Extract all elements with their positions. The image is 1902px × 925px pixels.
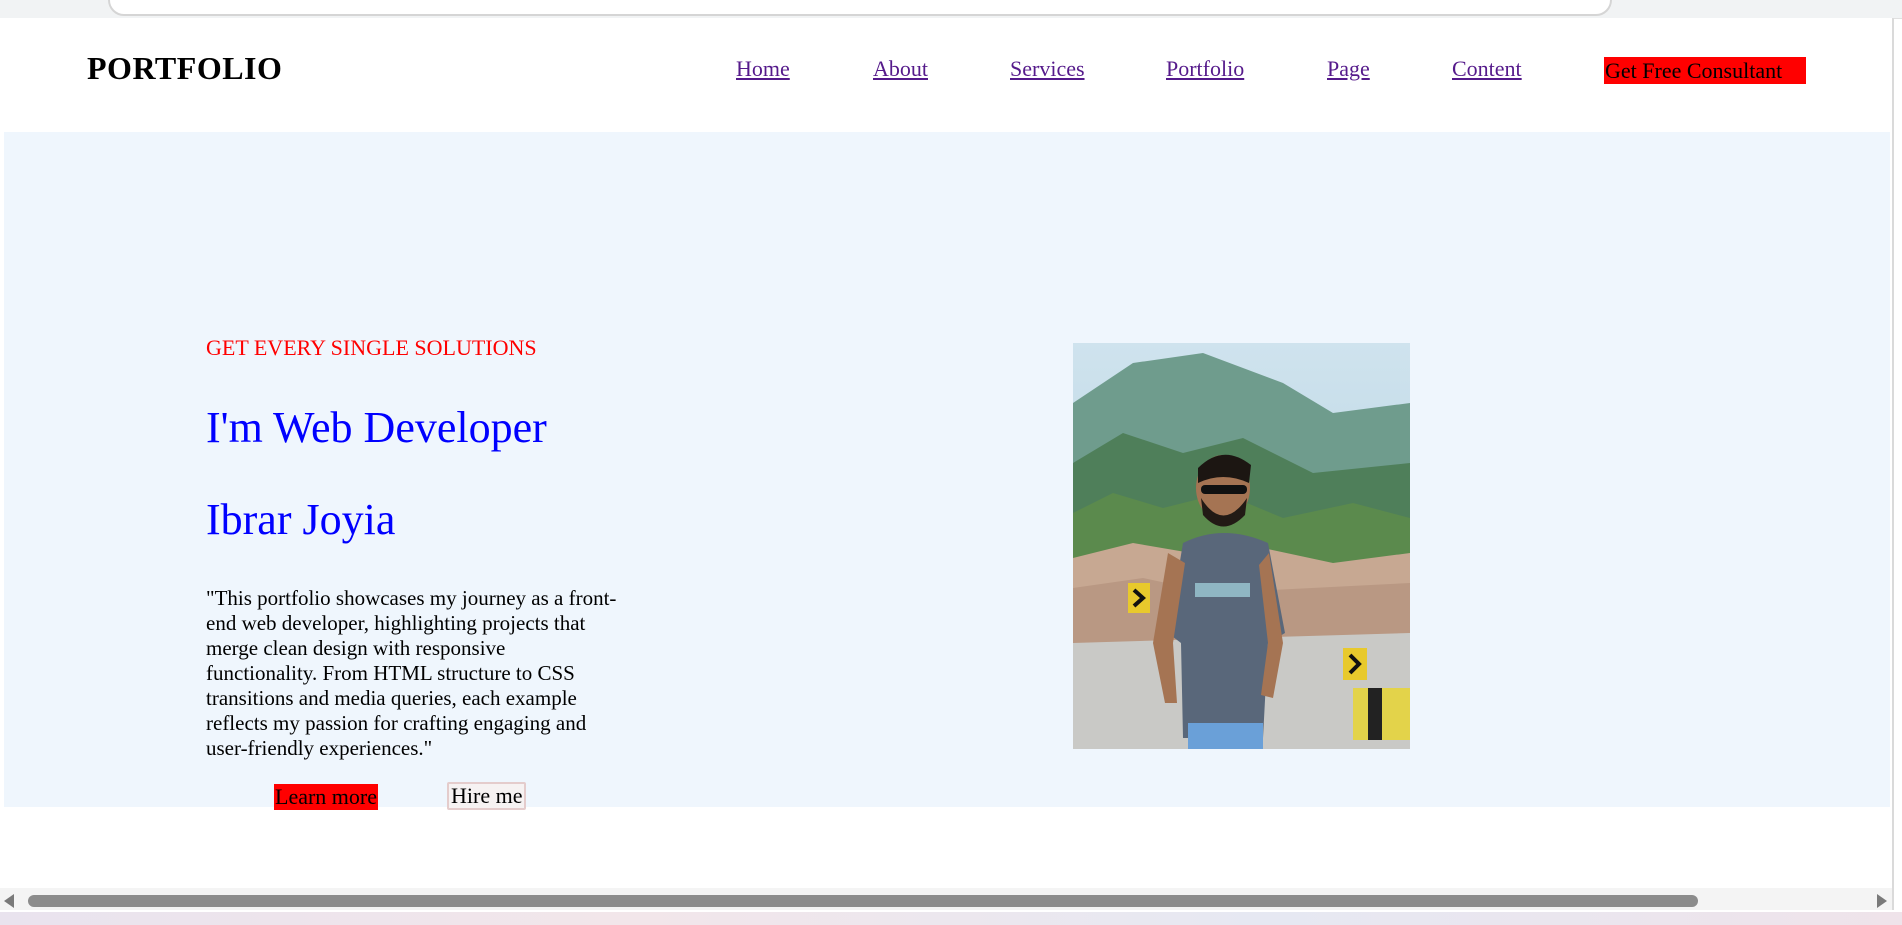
hero-tagline: GET EVERY SINGLE SOLUTIONS — [206, 335, 537, 360]
hero-headline: I'm Web Developer — [206, 403, 547, 452]
browser-toolbar — [0, 0, 1902, 19]
address-bar[interactable] — [108, 0, 1612, 16]
hire-me-button[interactable]: Hire me — [447, 782, 527, 810]
learn-more-button[interactable]: Learn more — [274, 784, 378, 810]
hero-name: Ibrar Joyia — [206, 495, 396, 544]
arrow-left-icon[interactable] — [4, 894, 14, 908]
nav-link-content[interactable]: Content — [1452, 56, 1522, 82]
nav-link-services[interactable]: Services — [1010, 56, 1085, 82]
arrow-right-icon[interactable] — [1877, 894, 1887, 908]
hero-bio: "This portfolio showcases my journey as … — [206, 586, 617, 760]
nav-link-home[interactable]: Home — [736, 56, 790, 82]
get-free-consultant-button[interactable]: Get Free Consultant — [1604, 57, 1806, 84]
profile-photo — [1073, 343, 1410, 749]
nav-link-about[interactable]: About — [873, 56, 928, 82]
scrollbar-thumb[interactable] — [28, 895, 1698, 907]
desktop-strip — [0, 912, 1902, 925]
horizontal-scrollbar[interactable] — [0, 888, 1892, 910]
nav-link-portfolio[interactable]: Portfolio — [1166, 56, 1244, 82]
nav-link-page[interactable]: Page — [1327, 56, 1370, 82]
